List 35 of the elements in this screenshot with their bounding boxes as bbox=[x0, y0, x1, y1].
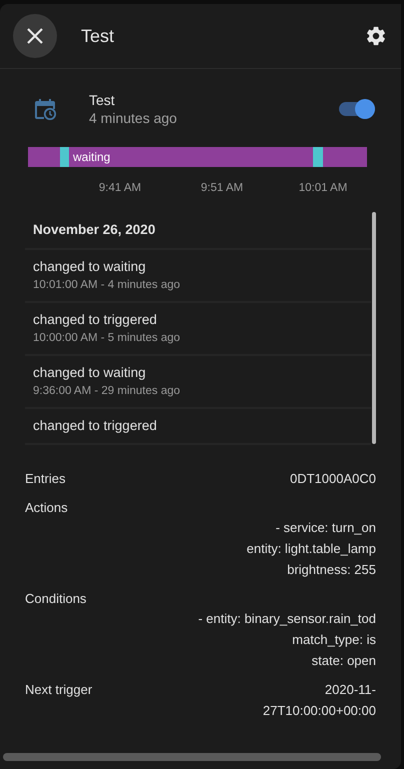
close-button[interactable] bbox=[13, 14, 57, 58]
scrollbar[interactable] bbox=[3, 753, 381, 761]
attribute-label: Next trigger bbox=[25, 681, 92, 699]
log-message: changed to waiting bbox=[33, 259, 147, 274]
log-message: changed to waiting bbox=[33, 365, 147, 380]
attribute-value: 2020-11-27T10:00:00+00:00 bbox=[262, 681, 376, 720]
log-time: 10:01:00 AM - 4 minutes ago bbox=[33, 279, 182, 291]
axis-tick-label: 9:41 AM bbox=[98, 182, 142, 194]
attribute-value: - service: turn_on bbox=[276, 519, 376, 537]
toggle-switch[interactable] bbox=[339, 102, 375, 116]
attribute-label: Entries bbox=[25, 470, 66, 488]
attribute-value: state: open bbox=[312, 652, 376, 670]
attribute-label: Conditions bbox=[25, 590, 86, 608]
scrollbar[interactable] bbox=[372, 212, 376, 444]
axis-tick-label: 10:01 AM bbox=[298, 182, 348, 194]
axis-tick-label: 9:51 AM bbox=[200, 182, 244, 194]
attribute-value: 0DT1000A0C0 bbox=[290, 470, 376, 488]
log-message: changed to triggered bbox=[33, 418, 158, 433]
attribute-value: brightness: 255 bbox=[287, 561, 376, 579]
calendar-clock-icon bbox=[34, 98, 56, 120]
attribute-value: entity: light.table_lamp bbox=[246, 540, 376, 558]
dialog-title: Test bbox=[81, 26, 116, 46]
settings-icon bbox=[365, 25, 387, 47]
attribute-value: - entity: binary_sensor.rain_tod bbox=[198, 610, 376, 628]
segment-label: waiting bbox=[73, 150, 110, 164]
attribute-value: match_type: is bbox=[292, 631, 376, 649]
entity-name: Test bbox=[89, 92, 116, 108]
close-icon bbox=[26, 27, 44, 45]
log-time: 9:36:00 AM - 29 minutes ago bbox=[33, 385, 182, 397]
log-time: 10:00:00 AM - 5 minutes ago bbox=[33, 332, 182, 344]
date-heading: November 26, 2020 bbox=[25, 210, 371, 250]
log-message: changed to triggered bbox=[33, 312, 158, 327]
last-changed: 4 minutes ago bbox=[89, 110, 178, 126]
attribute-label: Actions bbox=[25, 499, 68, 517]
settings-button[interactable] bbox=[365, 25, 387, 47]
